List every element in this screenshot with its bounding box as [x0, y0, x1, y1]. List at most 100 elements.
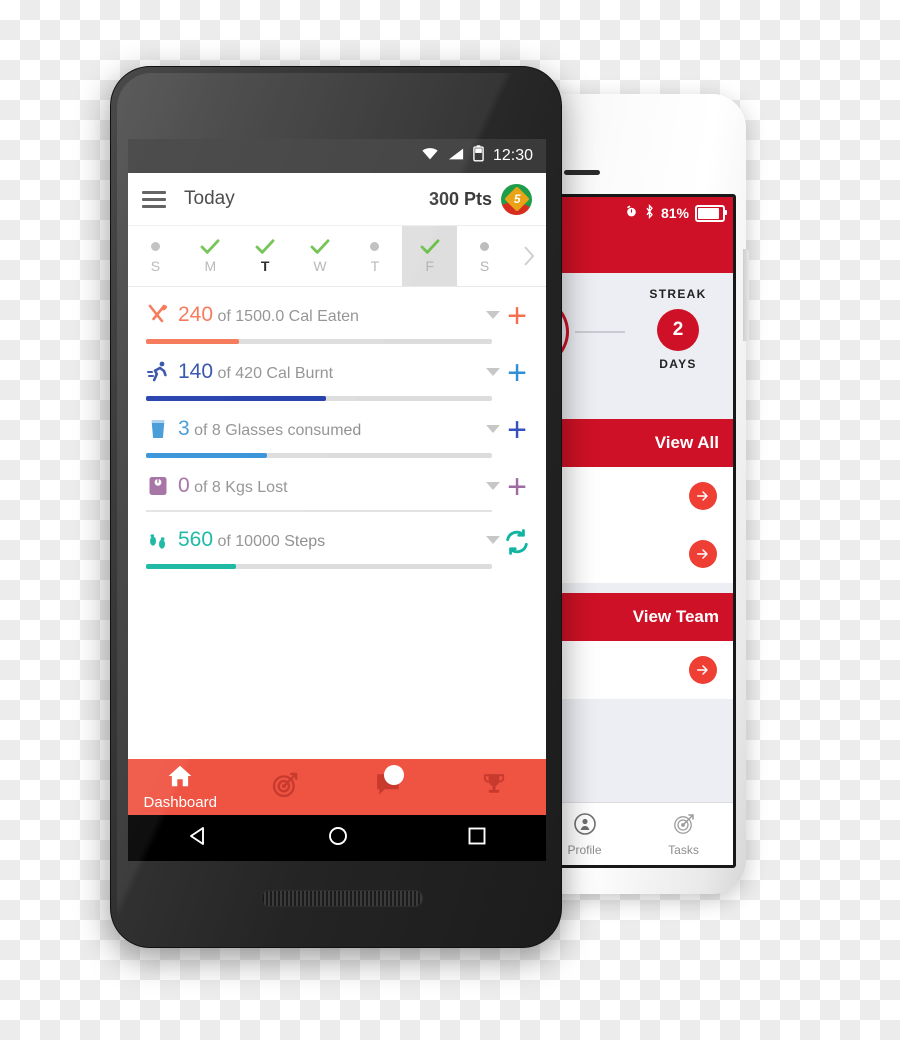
arrow-right-icon[interactable]	[689, 656, 717, 684]
streak-widget: STREAK 2 DAYS	[633, 287, 723, 371]
tracker-rest: of 1500.0 Cal Eaten	[213, 308, 359, 325]
section-gap	[535, 583, 733, 593]
streak-value: 2	[657, 309, 699, 351]
tab-dashboard[interactable]: Dashboard	[128, 759, 233, 815]
check-icon	[310, 238, 330, 255]
day-sun-1[interactable]: S	[128, 226, 183, 286]
white-phone-side-button[interactable]	[743, 249, 749, 341]
chevron-down-icon[interactable]	[486, 482, 500, 490]
chevron-down-icon[interactable]	[486, 311, 500, 319]
chevron-down-icon[interactable]	[486, 425, 500, 433]
tracker-progress-bar	[146, 564, 492, 569]
scale-icon	[146, 474, 178, 498]
tracker-text: 0 of 8 Kgs Lost	[178, 474, 486, 498]
medal-badge-value: 5	[513, 192, 520, 206]
plus-icon[interactable]: +	[500, 413, 534, 447]
chevron-down-icon[interactable]	[486, 536, 500, 544]
dot-icon	[150, 238, 160, 255]
bluetooth-icon	[644, 204, 655, 222]
white-phone-earpiece-speaker	[564, 170, 600, 175]
day-label: S	[479, 258, 490, 274]
tab-achievements[interactable]	[442, 759, 547, 815]
tracker-text: 240 of 1500.0 Cal Eaten	[178, 303, 486, 327]
chevron-right-icon[interactable]	[512, 226, 546, 286]
bottom-tab-bar: Dashboard 2	[128, 759, 546, 815]
check-icon	[200, 238, 220, 255]
tracker-value: 140	[178, 360, 214, 383]
refresh-icon[interactable]	[500, 528, 534, 556]
view-all-button[interactable]: View All	[535, 419, 733, 467]
day-label: T	[260, 258, 270, 274]
battery-icon	[695, 204, 727, 222]
day-sat[interactable]: S	[457, 226, 512, 286]
home-circle-icon[interactable]	[327, 825, 349, 852]
tracker-rest: of 8 Kgs Lost	[189, 479, 288, 496]
day-mon[interactable]: M	[183, 226, 238, 286]
tab-tasks-label: Tasks	[668, 842, 699, 857]
arrow-right-icon[interactable]	[689, 540, 717, 568]
tracker-rest: of 10000 Steps	[213, 533, 326, 550]
tracker-text: 3 of 8 Glasses consumed	[178, 417, 486, 441]
view-all-list	[535, 467, 733, 583]
day-tue[interactable]: T	[238, 226, 293, 286]
recents-square-icon[interactable]	[467, 826, 487, 851]
tab-tasks[interactable]: Tasks	[634, 803, 733, 865]
white-tab-bar: Profile Tasks	[535, 802, 733, 865]
streak-label: STREAK	[649, 287, 707, 301]
white-screen-title: s	[535, 231, 733, 273]
day-thu[interactable]: T	[347, 226, 402, 286]
signal-icon	[448, 147, 464, 166]
panel-divider	[575, 331, 625, 333]
medal-badge-icon[interactable]: 5	[501, 183, 532, 215]
tracker-list: 240 of 1500.0 Cal Eaten + 140 of 420 Cal…	[128, 287, 546, 573]
tracker-steps[interactable]: 560 of 10000 Steps	[128, 512, 546, 569]
check-icon	[255, 238, 275, 255]
plus-icon[interactable]: +	[500, 470, 534, 504]
white-battery-percent: 81%	[660, 205, 689, 221]
tracker-water-glasses[interactable]: 3 of 8 Glasses consumed +	[128, 401, 546, 458]
day-label: M	[204, 258, 217, 274]
messages-badge: 2	[383, 765, 404, 785]
tab-dashboard-label: Dashboard	[143, 793, 217, 811]
back-triangle-icon[interactable]	[187, 825, 209, 852]
android-navigation-bar	[128, 815, 546, 861]
page-title: Today	[184, 188, 235, 209]
tracker-weight-lost[interactable]: 0 of 8 Kgs Lost +	[128, 458, 546, 512]
dot-icon	[480, 238, 490, 255]
view-team-button[interactable]: View Team	[535, 593, 733, 641]
week-strip: S M T W T F S	[128, 226, 546, 287]
list-item[interactable]	[535, 641, 733, 699]
tracker-value: 560	[178, 528, 214, 551]
footsteps-icon	[146, 528, 178, 552]
day-label: W	[313, 258, 327, 274]
chevron-down-icon[interactable]	[486, 368, 500, 376]
check-icon	[420, 238, 440, 255]
alarm-icon	[625, 205, 638, 221]
black-phone-device: 12:30 Today 300 Pts 5 S M T W T F S 240 …	[110, 66, 562, 948]
tracker-text: 560 of 10000 Steps	[178, 528, 486, 552]
streak-unit: DAYS	[659, 357, 697, 371]
hamburger-menu-icon[interactable]	[142, 190, 166, 208]
cutlery-icon	[146, 303, 178, 327]
tab-profile-label: Profile	[567, 842, 602, 857]
tab-goals[interactable]	[233, 759, 338, 815]
android-status-time: 12:30	[492, 147, 533, 164]
tracker-value: 3	[178, 417, 190, 440]
tracker-calories-eaten[interactable]: 240 of 1500.0 Cal Eaten +	[128, 287, 546, 344]
tracker-value: 0	[178, 474, 190, 497]
day-label: S	[150, 258, 161, 274]
black-phone-screen: 12:30 Today 300 Pts 5 S M T W T F S 240 …	[128, 139, 546, 861]
android-status-bar: 12:30	[128, 139, 546, 173]
profile-icon	[573, 812, 597, 839]
bottom-speaker	[261, 890, 423, 907]
arrow-right-icon[interactable]	[689, 482, 717, 510]
tab-messages[interactable]: 2	[337, 759, 442, 815]
list-item[interactable]	[535, 467, 733, 525]
plus-icon[interactable]: +	[500, 356, 534, 390]
target-icon	[672, 812, 696, 839]
plus-icon[interactable]: +	[500, 299, 534, 333]
list-item[interactable]	[535, 525, 733, 583]
tracker-calories-burnt[interactable]: 140 of 420 Cal Burnt +	[128, 344, 546, 401]
day-wed[interactable]: W	[293, 226, 348, 286]
day-fri[interactable]: F	[402, 226, 458, 286]
